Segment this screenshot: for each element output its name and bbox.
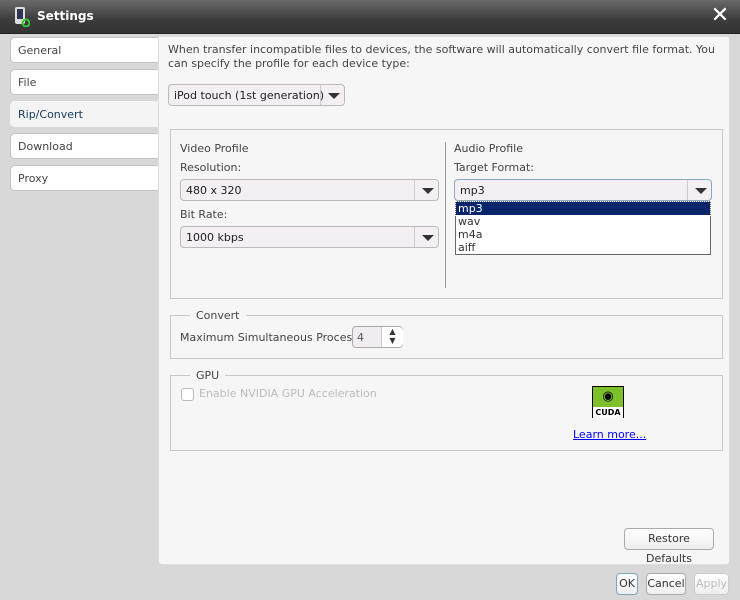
target-format-value: mp3: [460, 184, 485, 197]
cancel-button[interactable]: Cancel: [646, 573, 686, 595]
gpu-checkbox[interactable]: [181, 388, 194, 401]
dropdown-option-mp3[interactable]: mp3: [455, 201, 711, 216]
device-type-select[interactable]: iPod touch (1st generation): [168, 84, 345, 106]
window-title: Settings: [37, 9, 94, 23]
title-bar: [0, 0, 740, 34]
chevron-down-icon[interactable]: [687, 180, 711, 200]
tab-download[interactable]: Download: [10, 133, 158, 159]
chevron-down-icon[interactable]: [414, 227, 438, 247]
tab-proxy[interactable]: Proxy: [10, 165, 158, 191]
close-icon[interactable]: ✕: [708, 5, 732, 29]
gpu-title: GPU: [190, 369, 226, 382]
video-profile-title: Video Profile: [180, 142, 249, 155]
ok-button[interactable]: OK: [616, 573, 638, 595]
resolution-value: 480 x 320: [186, 184, 242, 197]
target-format-label: Target Format:: [454, 161, 534, 174]
tab-general[interactable]: General: [10, 37, 158, 63]
settings-panel: [158, 36, 730, 565]
chevron-down-icon[interactable]: [320, 85, 344, 105]
tab-rip-convert[interactable]: Rip/Convert: [10, 101, 160, 127]
dropdown-option-aiff[interactable]: aiff: [456, 241, 710, 254]
stepper-arrows-icon[interactable]: ▲ ▼: [381, 327, 403, 347]
divider: [445, 142, 446, 288]
cuda-logo: ◉ CUDA: [592, 386, 624, 418]
max-processes-label: Maximum Simultaneous Processes:: [180, 331, 375, 344]
audio-profile-title: Audio Profile: [454, 142, 523, 155]
target-format-dropdown[interactable]: mp3 wav m4a aiff: [455, 201, 711, 255]
apply-button[interactable]: Apply: [694, 573, 729, 595]
restore-defaults-button[interactable]: Restore Defaults: [624, 528, 714, 565]
bitrate-value: 1000 kbps: [186, 231, 244, 244]
convert-title: Convert: [190, 309, 246, 322]
bitrate-select[interactable]: 1000 kbps: [180, 226, 439, 248]
intro-text: When transfer incompatible files to devi…: [168, 43, 716, 70]
app-icon: [15, 7, 30, 27]
resolution-label: Resolution:: [180, 161, 242, 174]
max-processes-stepper[interactable]: 4 ▲ ▼: [352, 326, 403, 348]
max-processes-value: 4: [357, 331, 364, 344]
resolution-select[interactable]: 480 x 320: [180, 179, 439, 201]
target-format-select[interactable]: mp3: [454, 179, 712, 201]
gpu-checkbox-label: Enable NVIDIA GPU Acceleration: [199, 387, 377, 400]
dropdown-option-wav[interactable]: wav: [456, 215, 710, 228]
learn-more-link[interactable]: Learn more...: [573, 428, 646, 441]
dropdown-option-m4a[interactable]: m4a: [456, 228, 710, 241]
device-type-value: iPod touch (1st generation): [174, 89, 324, 102]
tab-file[interactable]: File: [10, 69, 158, 95]
chevron-down-icon[interactable]: [414, 180, 438, 200]
bitrate-label: Bit Rate:: [180, 208, 228, 221]
cuda-logo-text: CUDA: [593, 407, 623, 418]
